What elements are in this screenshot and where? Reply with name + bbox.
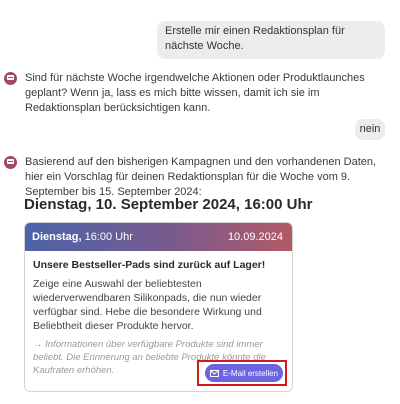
assistant-message-text: Basierend auf den bisherigen Kampagnen u…: [25, 156, 377, 198]
assistant-message: Sind für nächste Woche irgendwelche Akti…: [4, 71, 392, 116]
plan-day-heading: Dienstag, 10. September 2024, 16:00 Uhr: [24, 196, 313, 213]
create-email-button[interactable]: E-Mail erstellen: [205, 364, 283, 382]
card-date: 10.09.2024: [227, 231, 283, 243]
card-time: 16:00 Uhr: [81, 231, 133, 243]
card-day: Dienstag,: [32, 231, 82, 243]
chat-bubble-icon: [4, 72, 17, 85]
mail-icon: [209, 369, 219, 377]
card-description: Zeige eine Auswahl der beliebtesten wied…: [33, 278, 262, 332]
chat-bubble-icon: [4, 156, 17, 169]
assistant-message: Basierend auf den bisherigen Kampagnen u…: [4, 155, 392, 200]
card-header-datetime: Dienstag, 16:00 Uhr: [32, 231, 133, 243]
card-title: Unsere Bestseller-Pads sind zurück auf L…: [33, 259, 266, 271]
assistant-message-text: Sind für nächste Woche irgendwelche Akti…: [25, 72, 365, 114]
user-message-bubble: nein: [355, 119, 385, 140]
card-header: Dienstag, 16:00 Uhr 10.09.2024: [25, 223, 292, 251]
user-message-bubble: Erstelle mir einen Redaktionsplan für nä…: [157, 21, 385, 59]
user-message-text: Erstelle mir einen Redaktionsplan für nä…: [165, 25, 345, 52]
user-message-text: nein: [359, 123, 381, 135]
create-email-button-label: E-Mail erstellen: [222, 368, 279, 378]
